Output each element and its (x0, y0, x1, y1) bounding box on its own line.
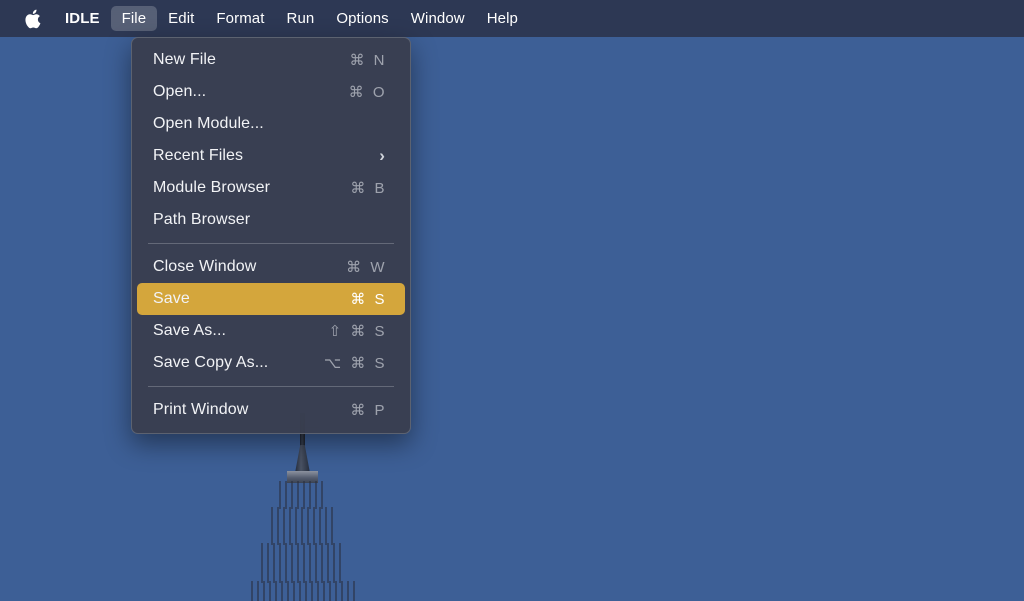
menu-item-save[interactable]: Save ⌘ S (137, 283, 405, 315)
menu-separator (148, 386, 394, 387)
menu-item-label: Save Copy As... (153, 354, 269, 371)
menu-item-save-copy-as[interactable]: Save Copy As... ⌥ ⌘ S (137, 347, 405, 379)
menubar-item-file[interactable]: File (110, 6, 158, 31)
menu-item-label: Print Window (153, 401, 249, 418)
menu-item-shortcut: ⌥ ⌘ S (323, 355, 387, 372)
menu-item-label: Open Module... (153, 115, 264, 132)
desktop-screen: IDLE File Edit Format Run Options Window… (0, 0, 1024, 601)
menu-item-label: Save As... (153, 322, 227, 339)
apple-logo-icon[interactable] (18, 0, 46, 37)
menu-item-label: Module Browser (153, 179, 271, 196)
menu-item-shortcut: ⌘ O (348, 84, 387, 101)
menubar-item-window[interactable]: Window (400, 6, 476, 31)
menu-item-close-window[interactable]: Close Window ⌘ W (137, 251, 405, 283)
menu-item-label: Recent Files (153, 147, 244, 164)
menu-item-shortcut: ⌘ B (350, 180, 387, 197)
menu-separator (148, 243, 394, 244)
chevron-right-icon: › (379, 146, 385, 165)
menu-item-module-browser[interactable]: Module Browser ⌘ B (137, 172, 405, 204)
menu-item-new-file[interactable]: New File ⌘ N (137, 44, 405, 76)
menu-item-save-as[interactable]: Save As... ⇧ ⌘ S (137, 315, 405, 347)
menubar-item-edit[interactable]: Edit (157, 6, 205, 31)
menu-item-shortcut: ⌘ P (350, 402, 387, 419)
menu-item-label: New File (153, 51, 217, 68)
menu-item-label: Save (153, 290, 190, 307)
menu-item-label: Open... (153, 83, 207, 100)
menubar-app-name[interactable]: IDLE (54, 6, 111, 31)
menu-item-shortcut: ⌘ N (349, 52, 387, 69)
menu-bar: IDLE File Edit Format Run Options Window… (0, 0, 1024, 37)
menu-item-shortcut: ⇧ ⌘ S (328, 323, 387, 340)
menu-item-open[interactable]: Open... ⌘ O (137, 76, 405, 108)
file-dropdown-menu: New File ⌘ N Open... ⌘ O Open Module... … (131, 37, 411, 434)
menubar-item-options[interactable]: Options (325, 6, 399, 31)
menu-item-shortcut: ⌘ S (350, 291, 387, 308)
menubar-item-run[interactable]: Run (276, 6, 326, 31)
menubar-item-format[interactable]: Format (205, 6, 275, 31)
menu-item-shortcut: ⌘ W (346, 259, 387, 276)
menu-item-open-module[interactable]: Open Module... (137, 108, 405, 140)
menu-item-label: Close Window (153, 258, 257, 275)
menu-item-label: Path Browser (153, 211, 251, 228)
menu-item-path-browser[interactable]: Path Browser (137, 204, 405, 236)
menu-item-recent-files[interactable]: Recent Files › (137, 140, 405, 172)
menubar-item-help[interactable]: Help (476, 6, 529, 31)
menu-item-print-window[interactable]: Print Window ⌘ P (137, 394, 405, 426)
empire-state-building-image (243, 413, 363, 601)
